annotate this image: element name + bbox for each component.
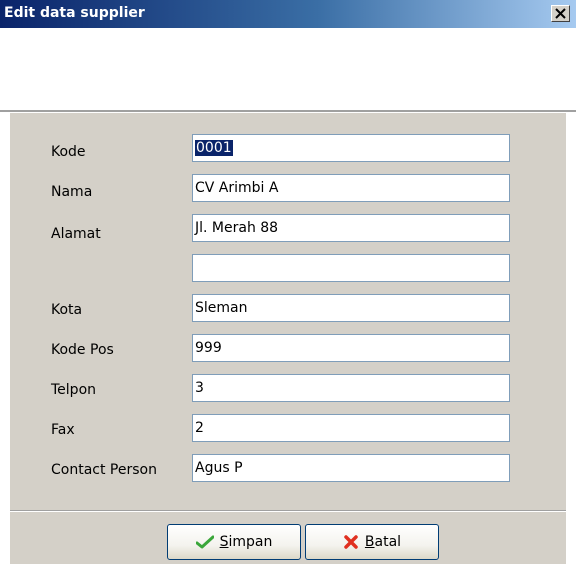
alamat-input[interactable]: Jl. Merah 88 (192, 214, 510, 242)
label-contact-person: Contact Person (51, 462, 157, 478)
save-button[interactable]: Simpan (167, 524, 301, 560)
kode-input[interactable]: 0001 (192, 134, 510, 162)
save-label: Simpan (219, 534, 273, 550)
label-telpon: Telpon (51, 382, 97, 398)
fax-input[interactable]: 2 (192, 414, 510, 442)
label-nama: Nama (51, 184, 93, 200)
red-x-icon (344, 535, 358, 549)
cancel-label: Batal (364, 534, 402, 550)
label-alamat: Alamat (51, 226, 101, 242)
nama-input[interactable]: CV Arimbi A (192, 174, 510, 202)
kode-pos-input[interactable]: 999 (192, 334, 510, 362)
alamat-line2-input[interactable] (192, 254, 510, 282)
contact-person-input[interactable]: Agus P (192, 454, 510, 482)
cancel-button[interactable]: Batal (305, 524, 439, 560)
close-button[interactable] (551, 5, 570, 22)
dialog-window: Edit data supplier Kode Nama Alamat Kota… (0, 0, 576, 574)
label-kode-pos: Kode Pos (51, 342, 114, 358)
kode-value: 0001 (195, 140, 233, 156)
label-kode: Kode (51, 144, 86, 160)
title-bar[interactable]: Edit data supplier (0, 0, 576, 28)
close-x-icon (555, 8, 566, 19)
window-title: Edit data supplier (4, 5, 145, 21)
checkmark-icon (195, 535, 214, 549)
label-fax: Fax (51, 422, 75, 438)
label-kota: Kota (51, 302, 83, 318)
header-area (0, 28, 576, 110)
footer-divider (10, 510, 566, 511)
kota-input[interactable]: Sleman (192, 294, 510, 322)
telpon-input[interactable]: 3 (192, 374, 510, 402)
